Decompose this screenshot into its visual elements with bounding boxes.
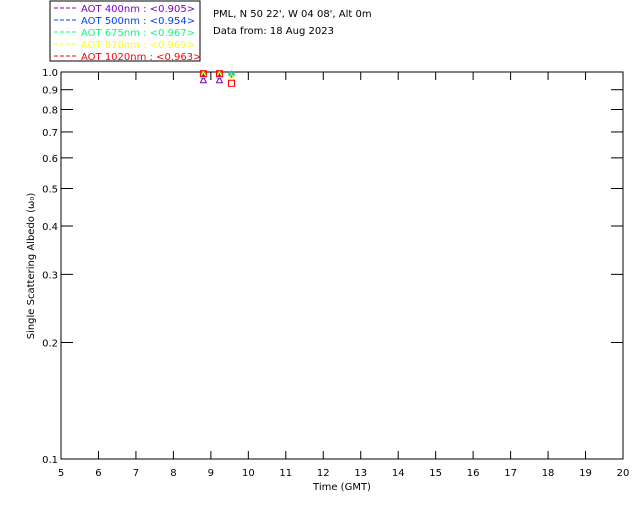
x-tick-label: 12 (317, 468, 330, 479)
legend-entry: AOT 1020nm : <0.963> (81, 52, 201, 63)
x-tick-label: 14 (392, 468, 405, 479)
x-tick-label: 13 (354, 468, 367, 479)
x-tick-label: 8 (170, 468, 176, 479)
y-tick-label: 0.6 (42, 154, 58, 165)
y-axis-label: Single Scattering Albedo (ω₀) (26, 193, 37, 340)
x-tick-label: 6 (95, 468, 101, 479)
y-tick-label: 1.0 (42, 68, 58, 79)
x-tick-label: 11 (279, 468, 292, 479)
chart: AOT 400nm : <0.905> AOT 500nm : <0.954> AO… (0, 0, 640, 512)
x-tick-label: 9 (208, 468, 214, 479)
x-tick-label: 10 (242, 468, 255, 479)
legend-entry: AOT 870nm : <0.969> (81, 40, 195, 51)
y-tick-label: 0.2 (42, 339, 58, 350)
x-tick-label: 15 (429, 468, 442, 479)
plot-area (60, 71, 624, 460)
x-axis-label: Time (GMT) (312, 482, 371, 493)
y-tick-label: 0.1 (42, 455, 58, 466)
legend-entry: AOT 675nm : <0.967> (81, 28, 195, 39)
y-tick-label: 0.5 (42, 184, 58, 195)
y-tick-label: 0.7 (42, 128, 58, 139)
legend-entry: AOT 400nm : <0.905> (81, 4, 195, 15)
data-point (227, 79, 235, 87)
date-text: Data from: 18 Aug 2023 (213, 26, 334, 37)
legend-entry: AOT 500nm : <0.954> (81, 16, 195, 27)
x-tick-label: 5 (58, 468, 64, 479)
y-tick-label: 0.9 (42, 86, 58, 97)
x-tick-label: 20 (617, 468, 630, 479)
x-tick-label: 17 (504, 468, 517, 479)
x-tick-label: 16 (467, 468, 480, 479)
location-text: PML, N 50 22', W 04 08', Alt 0m (213, 9, 372, 20)
x-tick-label: 7 (133, 468, 139, 479)
legend: AOT 400nm : <0.905>AOT 500nm : <0.954>AO… (49, 0, 201, 63)
x-tick-label: 18 (542, 468, 555, 479)
y-tick-label: 0.3 (42, 270, 58, 281)
y-tick-label: 0.8 (42, 106, 58, 117)
x-tick-label: 19 (579, 468, 592, 479)
y-tick-label: 0.4 (42, 222, 58, 233)
chart-svg: AOT 400nm : <0.905>AOT 500nm : <0.954>AO… (26, 0, 630, 493)
